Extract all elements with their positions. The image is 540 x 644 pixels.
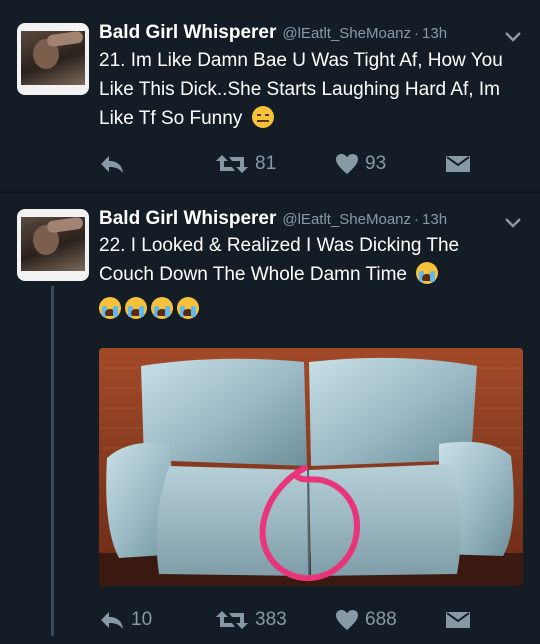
chevron-down-icon[interactable] <box>504 30 522 44</box>
display-name[interactable]: Bald Girl Whisperer <box>99 22 276 43</box>
retweet-button[interactable]: 383 <box>215 606 287 634</box>
chevron-down-icon[interactable] <box>504 216 522 230</box>
direct-message-icon <box>446 612 470 628</box>
crying-face-emoji <box>416 262 439 284</box>
tweet-divider <box>0 190 540 193</box>
heart-icon <box>336 154 358 174</box>
reply-icon <box>101 156 123 173</box>
direct-message-icon <box>446 156 470 172</box>
separator-dot: · <box>414 211 420 228</box>
reply-icon <box>101 612 123 629</box>
like-count: 688 <box>365 609 397 630</box>
retweet-icon <box>216 611 248 629</box>
heart-icon <box>336 610 358 630</box>
timestamp[interactable]: 13h <box>422 25 447 42</box>
tweet-text: 22. I Looked & Realized I Was Dicking Th… <box>99 235 460 285</box>
username-handle[interactable]: @lEatlt_SheMoanz <box>282 25 411 42</box>
retweet-count: 81 <box>255 153 277 174</box>
tweet-header: Bald Girl Whisperer @lEatlt_SheMoanz · 13h <box>99 208 447 230</box>
retweet-icon <box>216 155 248 173</box>
reply-button[interactable] <box>99 150 131 178</box>
tweet[interactable]: Bald Girl Whisperer @lEatlt_SheMoanz · 13h … <box>0 0 540 190</box>
attached-photo[interactable] <box>99 348 523 586</box>
avatar[interactable] <box>17 209 89 281</box>
like-count: 93 <box>365 153 387 174</box>
direct-message-button[interactable] <box>445 150 471 178</box>
tweet-text: 21. Im Like Damn Bae U Was Tight Af, How… <box>99 50 503 129</box>
retweet-count: 383 <box>255 609 287 630</box>
reply-count: 10 <box>131 609 153 630</box>
expressionless-face-emoji <box>251 106 274 128</box>
avatar[interactable] <box>17 23 89 95</box>
separator-dot: · <box>414 25 420 42</box>
tweet-text-block: 21. Im Like Damn Bae U Was Tight Af, How… <box>99 46 519 133</box>
crying-face-emoji <box>99 297 121 319</box>
username-handle[interactable]: @lEatlt_SheMoanz <box>282 211 411 228</box>
couch-photo <box>99 348 523 586</box>
crying-face-emoji <box>151 297 173 319</box>
timestamp[interactable]: 13h <box>422 211 447 228</box>
display-name[interactable]: Bald Girl Whisperer <box>99 208 276 229</box>
reply-button[interactable]: 10 <box>99 606 152 634</box>
tweet[interactable]: Bald Girl Whisperer @lEatlt_SheMoanz · 13h … <box>0 194 540 644</box>
crying-face-emoji <box>177 297 199 319</box>
tweet-header: Bald Girl Whisperer @lEatlt_SheMoanz · 13h <box>99 22 447 44</box>
like-button[interactable]: 93 <box>335 150 386 178</box>
tweet-text-block: 22. I Looked & Realized I Was Dicking Th… <box>99 231 519 324</box>
retweet-button[interactable]: 81 <box>215 150 276 178</box>
tweet-actions: 81 93 <box>99 150 499 178</box>
thread-line <box>51 286 54 636</box>
crying-face-emoji <box>125 297 147 319</box>
like-button[interactable]: 688 <box>335 606 397 634</box>
tweet-actions: 10 383 688 <box>99 606 499 634</box>
direct-message-button[interactable] <box>445 606 471 634</box>
